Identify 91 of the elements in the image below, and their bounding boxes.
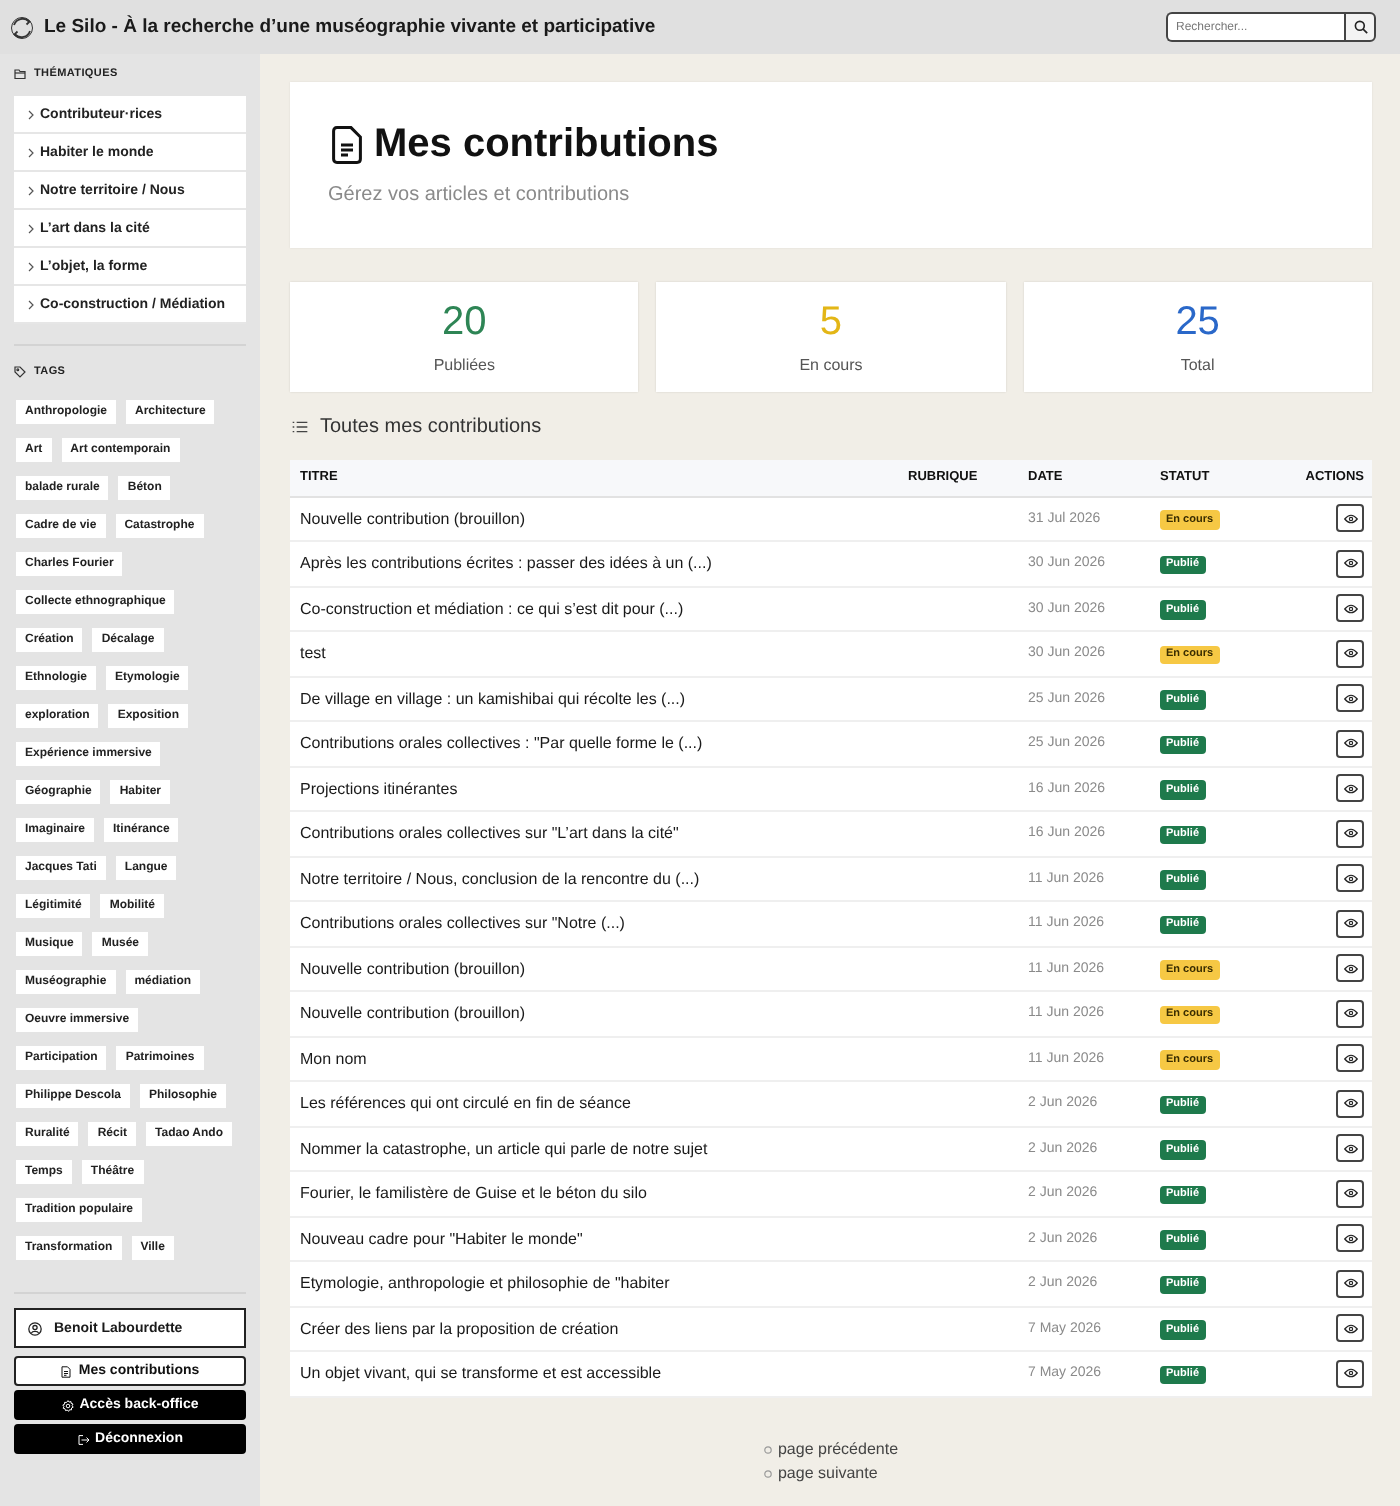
view-button[interactable] (1336, 819, 1364, 848)
chevron-right-icon (28, 299, 34, 309)
eye-icon (1343, 963, 1357, 974)
eye-icon (1343, 1143, 1357, 1154)
circle-arrows-icon (10, 15, 34, 39)
contribution-title: Contributions orales collectives : "Par quelle forme le (...) (290, 721, 898, 766)
view-button[interactable] (1336, 774, 1364, 803)
eye-icon (1343, 1278, 1357, 1289)
chevron-right-icon (28, 147, 34, 157)
eye-icon (1343, 648, 1357, 659)
chevron-right-icon (28, 261, 34, 271)
eye-icon (1343, 828, 1357, 839)
contribution-title: Créer des liens par la proposition de création (290, 1306, 898, 1351)
document-icon (332, 125, 362, 163)
view-button[interactable] (1336, 684, 1364, 713)
eye-icon (1343, 693, 1357, 704)
contribution-title: Nommer la catastrophe, un article qui parle de notre sujet (290, 1126, 898, 1171)
view-button[interactable] (1336, 1269, 1364, 1298)
stat-label: Total (1180, 355, 1215, 375)
stat-label: En cours (799, 355, 863, 375)
pagination-link[interactable]: page suivante (777, 1461, 878, 1485)
eye-icon (1343, 1188, 1357, 1199)
view-button[interactable] (1336, 639, 1364, 668)
eye-icon (1343, 513, 1357, 524)
eye-icon (1343, 1368, 1357, 1379)
search-button[interactable] (1344, 12, 1376, 42)
view-button[interactable] (1336, 504, 1364, 533)
eye-icon (1343, 738, 1357, 749)
eye-icon (1343, 1008, 1357, 1019)
contribution-title: Mon nom (290, 1036, 898, 1081)
pagination-link[interactable]: page précédente (777, 1437, 899, 1461)
view-button[interactable] (1336, 999, 1364, 1028)
page-title: Mes contributions (374, 120, 719, 168)
view-button[interactable] (1336, 1224, 1364, 1253)
contribution-title: Projections itinérantes (290, 766, 898, 811)
logout-icon (77, 1433, 90, 1445)
document-icon (60, 1365, 73, 1377)
eye-icon (1343, 558, 1357, 569)
contribution-title: Fourier, le familistère de Guise et le béton du silo (290, 1171, 898, 1216)
view-button[interactable] (1336, 729, 1364, 758)
eye-icon (1343, 873, 1357, 884)
eye-icon (1343, 1053, 1357, 1064)
contribution-title: Notre territoire / Nous, conclusion de la rencontre du (...) (290, 856, 898, 901)
view-button[interactable] (1336, 1089, 1364, 1118)
contribution-title: Nouvelle contribution (brouillon) (290, 496, 898, 541)
view-button[interactable] (1336, 1044, 1364, 1073)
view-button[interactable] (1336, 1134, 1364, 1163)
eye-icon (1343, 603, 1357, 614)
bullet-icon (763, 1469, 772, 1477)
tag-icon (14, 366, 26, 378)
view-button[interactable] (1336, 594, 1364, 623)
stat-value: 25 (1175, 299, 1220, 343)
stat-label: Publiées (433, 355, 495, 375)
chevron-right-icon (28, 223, 34, 233)
contribution-title: Nouveau cadre pour "Habiter le monde" (290, 1216, 898, 1261)
contribution-title: Un objet vivant, qui se transforme et est accessible (290, 1351, 898, 1396)
search-icon (1353, 20, 1367, 34)
contribution-title: Nouvelle contribution (brouillon) (290, 946, 898, 991)
view-button[interactable] (1336, 864, 1364, 893)
eye-icon (1343, 918, 1357, 929)
stat-value: 20 (442, 299, 487, 343)
settings-icon (61, 1399, 74, 1411)
folder-icon (14, 68, 26, 80)
contribution-title: Contributions orales collectives sur "L’art dans la cité" (290, 811, 898, 856)
bullet-icon (763, 1445, 772, 1453)
section-title: Toutes mes contributions (320, 415, 542, 437)
view-button[interactable] (1336, 909, 1364, 938)
eye-icon (1343, 1098, 1357, 1109)
chevron-right-icon (28, 185, 34, 195)
contribution-title: Les références qui ont circulé en fin de séance (290, 1081, 898, 1126)
contribution-title: Contributions orales collectives sur "Notre (...) (290, 901, 898, 946)
site-title: Le Silo - À la recherche d’une muséographie vivante et participative (44, 16, 658, 38)
contribution-title: test (290, 631, 898, 676)
view-button[interactable] (1336, 1359, 1364, 1388)
list-icon (292, 419, 308, 433)
view-button[interactable] (1336, 954, 1364, 983)
view-button[interactable] (1336, 1179, 1364, 1208)
eye-icon (1343, 783, 1357, 794)
contribution-title: Nouvelle contribution (brouillon) (290, 991, 898, 1036)
stat-value: 5 (819, 299, 843, 343)
view-button[interactable] (1336, 1314, 1364, 1343)
chevron-right-icon (28, 109, 34, 119)
contribution-title: Etymologie, anthropologie et philosophie de "habiter (290, 1261, 898, 1306)
view-button[interactable] (1336, 549, 1364, 578)
contribution-title: Après les contributions écrites : passer des idées à un (...) (290, 541, 898, 586)
contribution-title: De village en village : un kamishibai qui récolte les (...) (290, 676, 898, 721)
contribution-title: Co-construction et médiation : ce qui s’est dit pour (...) (290, 586, 898, 631)
eye-icon (1343, 1233, 1357, 1244)
eye-icon (1343, 1323, 1357, 1334)
user-icon (28, 1321, 42, 1335)
page-subtitle: Gérez vos articles et contributions (328, 184, 632, 208)
